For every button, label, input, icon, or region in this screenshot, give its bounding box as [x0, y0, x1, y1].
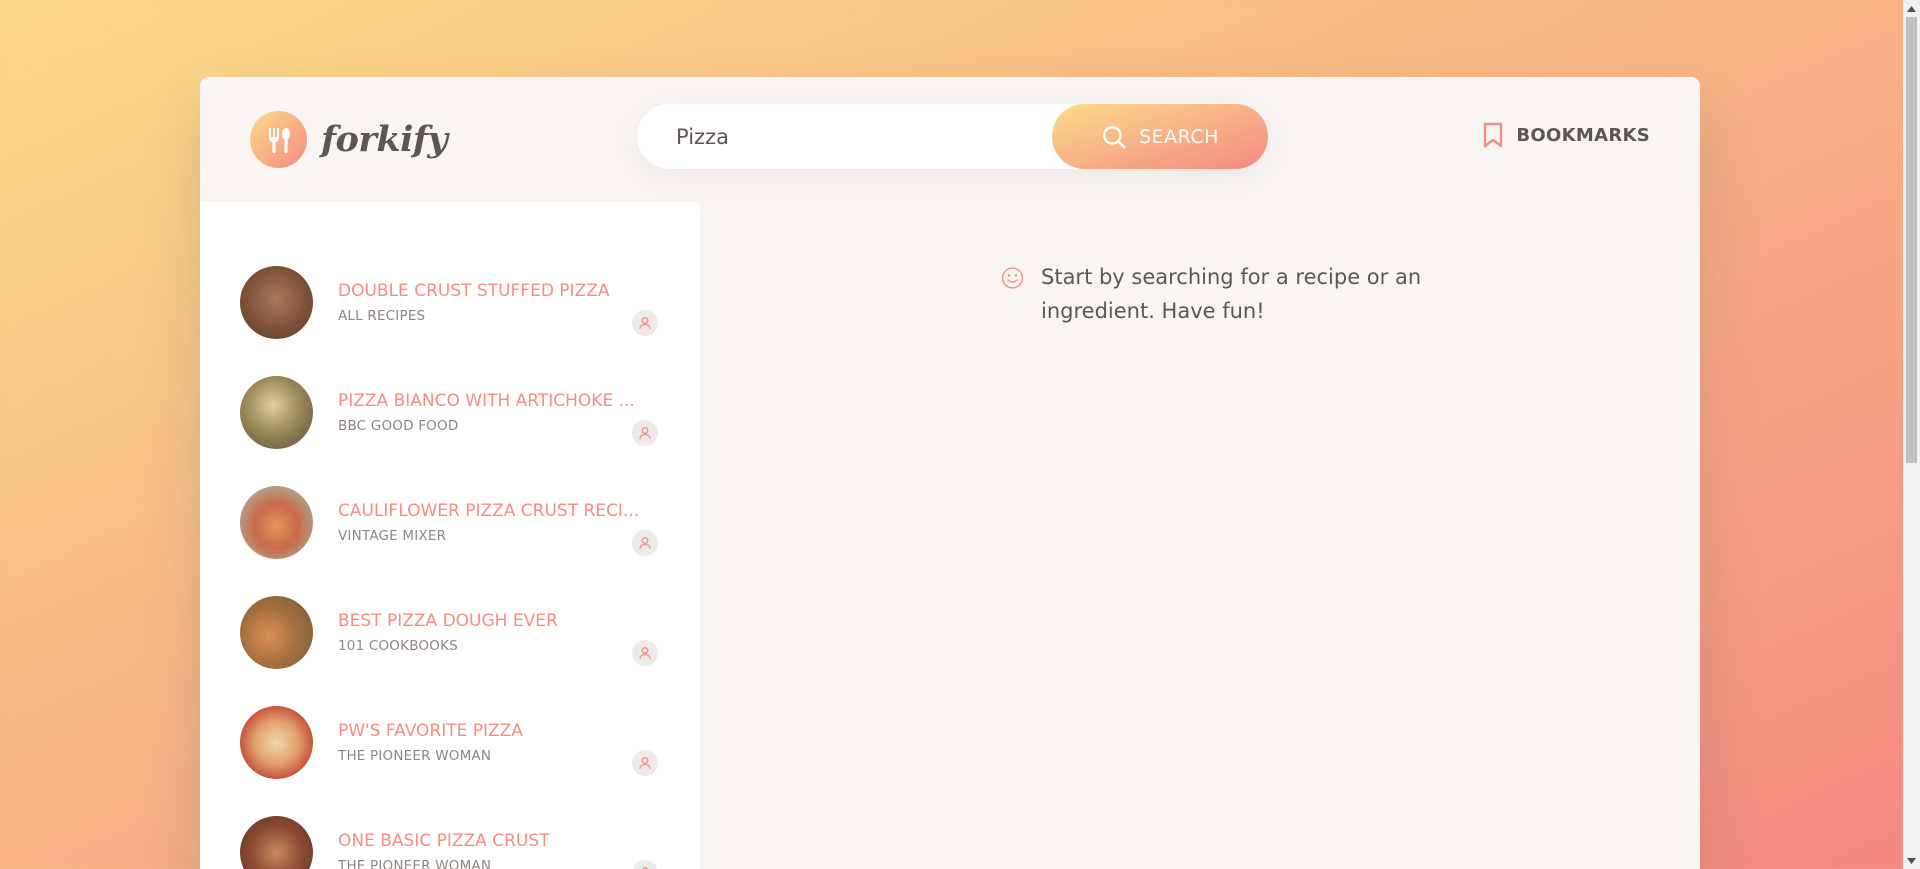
fork-spoon-icon [250, 111, 307, 168]
page-scrollbar[interactable] [1903, 0, 1920, 869]
recipe-title: BEST PIZZA DOUGH EVER [338, 610, 558, 631]
recipe-publisher: THE PIONEER WOMAN [338, 857, 492, 869]
recipe-publisher: VINTAGE MIXER [338, 527, 447, 544]
scrollbar-thumb[interactable] [1906, 17, 1917, 463]
result-item[interactable]: BEST PIZZA DOUGH EVER 101 COOKBOOKS [200, 577, 700, 687]
recipe-title: PIZZA BIANCO WITH ARTICHOKE ... [338, 390, 635, 411]
logo[interactable]: forkify [250, 111, 448, 168]
user-icon [632, 420, 658, 446]
scroll-down-arrow-icon[interactable] [1903, 852, 1920, 869]
recipe-publisher: BBC GOOD FOOD [338, 417, 459, 434]
search-input[interactable] [676, 116, 1016, 157]
search-button[interactable]: SEARCH [1052, 104, 1268, 169]
start-message: Start by searching for a recipe or an in… [1001, 260, 1431, 328]
search-button-label: SEARCH [1139, 125, 1219, 148]
search-icon [1103, 125, 1126, 148]
recipe-title: CAULIFLOWER PIZZA CRUST RECI... [338, 500, 640, 521]
bookmark-icon [1484, 122, 1503, 148]
search-results: DOUBLE CRUST STUFFED PIZZA ALL RECIPES P… [200, 202, 700, 869]
user-icon [632, 640, 658, 666]
result-item[interactable]: PIZZA BIANCO WITH ARTICHOKE ... BBC GOOD… [200, 357, 700, 467]
result-item[interactable]: CAULIFLOWER PIZZA CRUST RECI... VINTAGE … [200, 467, 700, 577]
recipe-thumbnail [240, 705, 313, 779]
user-icon [632, 530, 658, 556]
bookmarks-button[interactable]: BOOKMARKS [1482, 122, 1650, 148]
smile-icon [1001, 267, 1024, 289]
logo-text: forkify [321, 119, 448, 160]
app-container: forkify SEARCH BOOKMARKS DOUBLE CRUST ST… [200, 77, 1700, 869]
recipe-title: DOUBLE CRUST STUFFED PIZZA [338, 280, 610, 301]
recipe-thumbnail [240, 265, 313, 339]
user-icon [632, 310, 658, 336]
start-message-text: Start by searching for a recipe or an in… [1041, 265, 1422, 323]
recipe-thumbnail [240, 485, 313, 559]
user-icon [632, 750, 658, 776]
bookmarks-label: BOOKMARKS [1516, 124, 1650, 146]
recipe-title: ONE BASIC PIZZA CRUST [338, 830, 550, 851]
header: forkify SEARCH BOOKMARKS [200, 77, 1700, 202]
result-item[interactable]: ONE BASIC PIZZA CRUST THE PIONEER WOMAN [200, 797, 700, 869]
result-item[interactable]: PW'S FAVORITE PIZZA THE PIONEER WOMAN [200, 687, 700, 797]
scroll-up-arrow-icon[interactable] [1903, 0, 1920, 17]
search-form: SEARCH [637, 104, 1268, 169]
recipe-thumbnail [240, 815, 313, 869]
recipe-publisher: THE PIONEER WOMAN [338, 747, 492, 764]
recipe-title: PW'S FAVORITE PIZZA [338, 720, 523, 741]
recipe-thumbnail [240, 595, 313, 669]
result-item[interactable]: DOUBLE CRUST STUFFED PIZZA ALL RECIPES [200, 247, 700, 357]
recipe-publisher: ALL RECIPES [338, 307, 426, 324]
recipe-thumbnail [240, 375, 313, 449]
recipe-publisher: 101 COOKBOOKS [338, 637, 458, 654]
